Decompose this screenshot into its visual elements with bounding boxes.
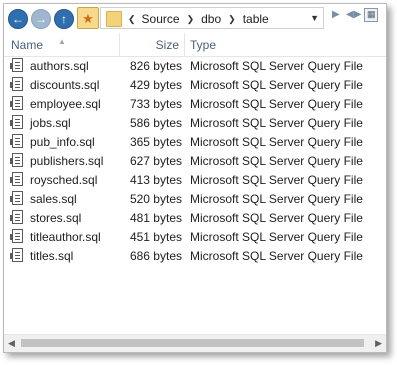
scrollbar-thumb[interactable] (21, 339, 364, 347)
file-type: Microsoft SQL Server Query File (190, 230, 363, 244)
file-size: 586 bytes (129, 116, 182, 130)
forward-button[interactable]: → (31, 9, 51, 29)
file-row[interactable]: titleauthor.sql 451 bytes Microsoft SQL … (4, 227, 386, 246)
sql-file-icon (10, 210, 23, 224)
column-header-name[interactable]: Name (11, 38, 43, 52)
file-size: 627 bytes (129, 154, 182, 168)
star-folder-icon: ★ (82, 10, 94, 26)
file-size: 451 bytes (129, 230, 182, 244)
file-name: titles.sql (30, 249, 74, 263)
file-row[interactable]: roysched.sql 413 bytes Microsoft SQL Ser… (4, 170, 386, 189)
file-name: jobs.sql (30, 116, 71, 130)
chevron-right-icon[interactable]: ❯ (187, 14, 195, 25)
sql-file-icon (10, 58, 23, 72)
file-size: 413 bytes (129, 173, 182, 187)
arrow-right-icon: → (35, 12, 47, 26)
file-name: discounts.sql (30, 78, 100, 92)
sql-file-icon (10, 96, 23, 110)
file-row[interactable]: authors.sql 826 bytes Microsoft SQL Serv… (4, 56, 386, 75)
file-type: Microsoft SQL Server Query File (190, 249, 363, 263)
favorites-button[interactable]: ★ (77, 7, 99, 29)
file-name: roysched.sql (30, 173, 98, 187)
column-divider[interactable] (184, 33, 185, 56)
sort-ascending-icon: ▲ (58, 37, 66, 46)
toolbar: ← → ↑ ★ ❮ Source ❯ dbo ❯ table ▼ ▶ ◀▶ ▦ (4, 4, 386, 31)
scroll-right-icon[interactable]: ▶ (375, 338, 382, 349)
breadcrumb-item-table[interactable]: table (243, 12, 269, 26)
sql-file-icon (10, 248, 23, 262)
sql-file-icon (10, 172, 23, 186)
triangle-right-icon[interactable]: ▶ (332, 10, 340, 20)
file-size: 826 bytes (129, 59, 182, 73)
file-name: titleauthor.sql (30, 230, 101, 244)
file-name: authors.sql (30, 59, 89, 73)
up-button[interactable]: ↑ (54, 9, 74, 29)
column-headers: Name ▲ Size Type (4, 33, 386, 57)
column-header-type[interactable]: Type (190, 38, 216, 52)
breadcrumb: ❮ Source ❯ dbo ❯ table (128, 11, 269, 27)
file-size: 686 bytes (129, 249, 182, 263)
file-type: Microsoft SQL Server Query File (190, 173, 363, 187)
file-size: 365 bytes (129, 135, 182, 149)
back-button[interactable]: ← (8, 9, 28, 29)
file-size: 733 bytes (129, 97, 182, 111)
file-name: employee.sql (30, 97, 101, 111)
file-name: publishers.sql (30, 154, 104, 168)
file-type: Microsoft SQL Server Query File (190, 116, 363, 130)
file-size: 429 bytes (129, 78, 182, 92)
split-arrows-icon[interactable]: ◀▶ (346, 10, 361, 20)
breadcrumb-item-source[interactable]: Source (142, 12, 180, 26)
sql-file-icon (10, 229, 23, 243)
chevron-right-icon[interactable]: ❯ (228, 14, 236, 25)
file-size: 520 bytes (129, 192, 182, 206)
arrow-up-icon: ↑ (61, 12, 67, 26)
breadcrumb-item-dbo[interactable]: dbo (201, 12, 221, 26)
file-type: Microsoft SQL Server Query File (190, 154, 363, 168)
sql-file-icon (10, 191, 23, 205)
chevron-down-icon[interactable]: ▼ (310, 13, 319, 23)
column-divider[interactable] (119, 33, 120, 56)
file-row[interactable]: jobs.sql 586 bytes Microsoft SQL Server … (4, 113, 386, 132)
file-row[interactable]: sales.sql 520 bytes Microsoft SQL Server… (4, 189, 386, 208)
column-header-size[interactable]: Size (156, 38, 179, 52)
file-type: Microsoft SQL Server Query File (190, 59, 363, 73)
horizontal-scrollbar[interactable]: ◀ ▶ (4, 334, 386, 352)
sql-file-icon (10, 153, 23, 167)
file-row[interactable]: titles.sql 686 bytes Microsoft SQL Serve… (4, 246, 386, 265)
file-browser-window: ← → ↑ ★ ❮ Source ❯ dbo ❯ table ▼ ▶ ◀▶ ▦ … (3, 3, 387, 353)
file-row[interactable]: employee.sql 733 bytes Microsoft SQL Ser… (4, 94, 386, 113)
file-name: pub_info.sql (30, 135, 95, 149)
address-bar[interactable]: ❮ Source ❯ dbo ❯ table ▼ (100, 7, 324, 29)
chevron-left-icon[interactable]: ❮ (128, 14, 136, 25)
folder-icon (106, 11, 122, 27)
file-list: authors.sql 826 bytes Microsoft SQL Serv… (4, 56, 386, 265)
sql-file-icon (10, 134, 23, 148)
sql-file-icon (10, 77, 23, 91)
file-row[interactable]: discounts.sql 429 bytes Microsoft SQL Se… (4, 75, 386, 94)
file-type: Microsoft SQL Server Query File (190, 97, 363, 111)
file-type: Microsoft SQL Server Query File (190, 135, 363, 149)
sql-file-icon (10, 115, 23, 129)
file-row[interactable]: stores.sql 481 bytes Microsoft SQL Serve… (4, 208, 386, 227)
file-size: 481 bytes (129, 211, 182, 225)
arrow-left-icon: ← (12, 12, 24, 26)
pane-toggle-icon[interactable]: ▦ (364, 8, 378, 22)
scroll-left-icon[interactable]: ◀ (8, 338, 15, 349)
file-type: Microsoft SQL Server Query File (190, 192, 363, 206)
file-row[interactable]: pub_info.sql 365 bytes Microsoft SQL Ser… (4, 132, 386, 151)
file-name: stores.sql (30, 211, 82, 225)
file-type: Microsoft SQL Server Query File (190, 78, 363, 92)
file-row[interactable]: publishers.sql 627 bytes Microsoft SQL S… (4, 151, 386, 170)
file-type: Microsoft SQL Server Query File (190, 211, 363, 225)
file-name: sales.sql (30, 192, 77, 206)
